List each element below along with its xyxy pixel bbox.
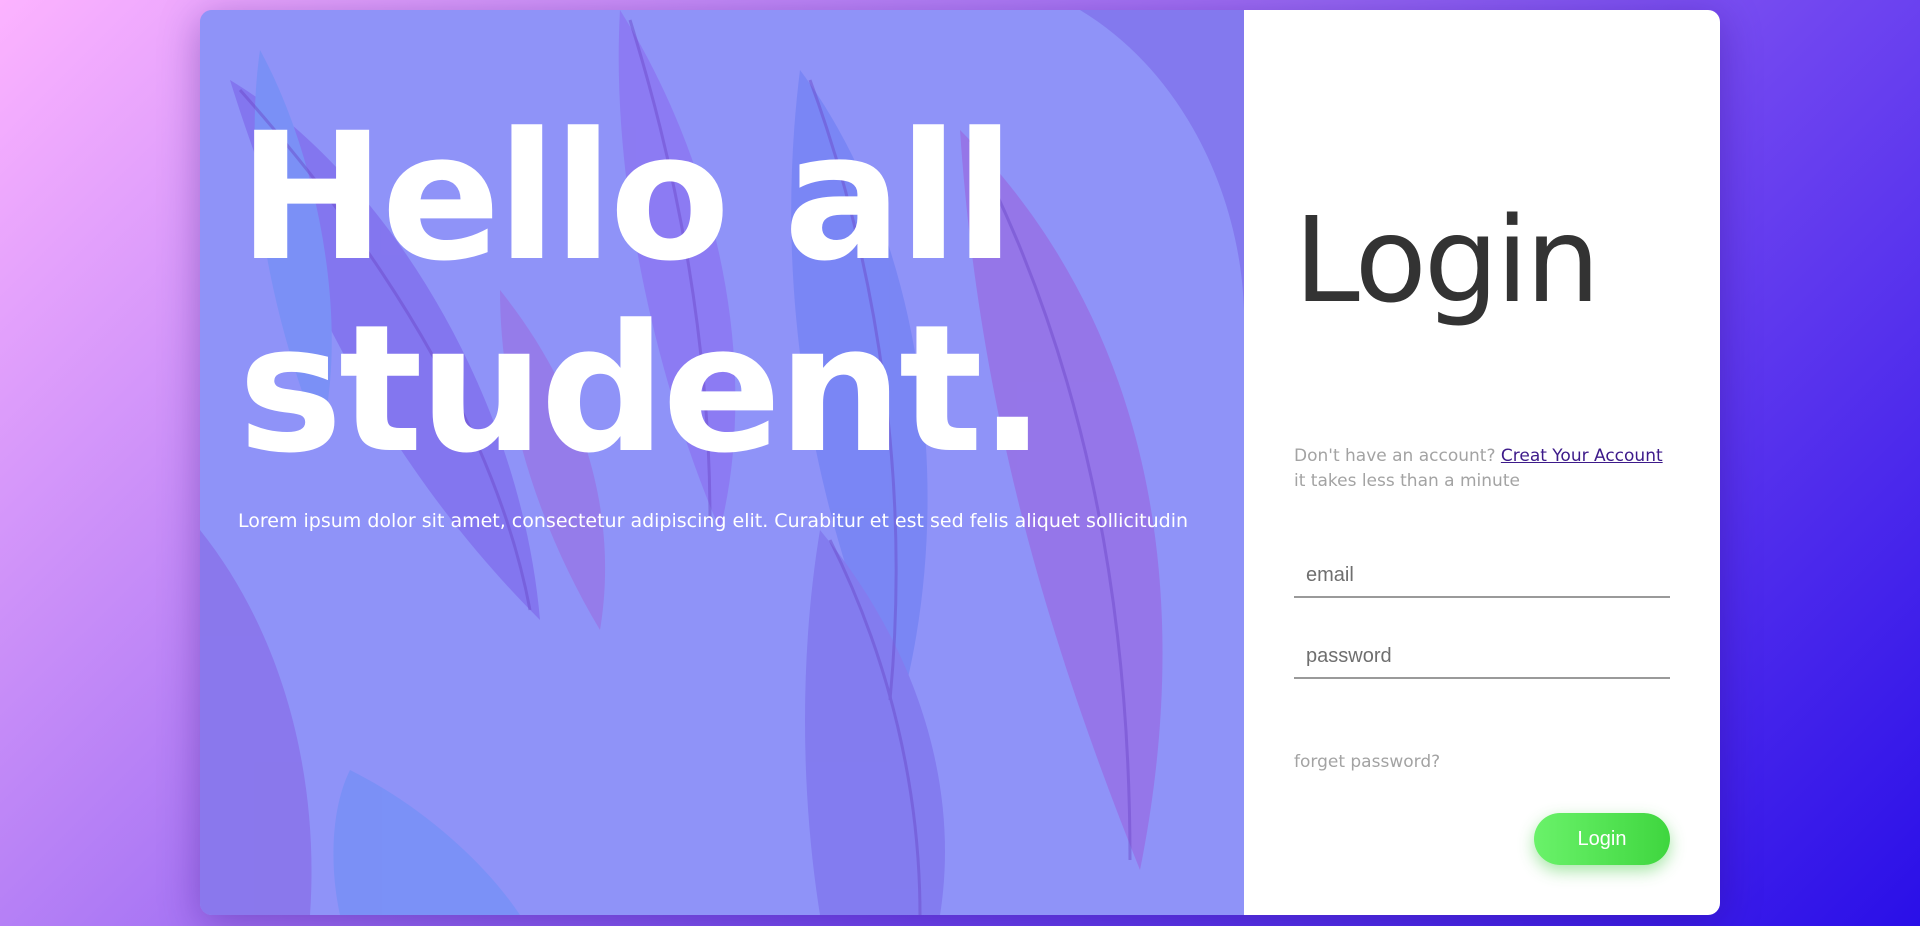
login-panel: Login Don't have an account? Creat Your … [1244, 10, 1720, 915]
login-card: Hello all student. Lorem ipsum dolor sit… [200, 10, 1720, 915]
login-heading: Login [1294, 191, 1600, 329]
hero-title-line2: student. [238, 287, 1046, 492]
hero-title: Hello all student. [238, 95, 1046, 492]
hero-subtitle: Lorem ipsum dolor sit amet, consectetur … [238, 510, 1189, 532]
signup-prefix: Don't have an account? [1294, 446, 1496, 466]
forgot-password-link[interactable]: forget password? [1294, 752, 1440, 772]
password-field[interactable] [1294, 635, 1670, 679]
signup-prompt: Don't have an account? Creat Your Accoun… [1294, 444, 1674, 494]
hero-panel: Hello all student. Lorem ipsum dolor sit… [200, 10, 1244, 915]
email-field[interactable] [1294, 554, 1670, 598]
login-button[interactable]: Login [1534, 813, 1670, 865]
hero-title-line1: Hello all [238, 95, 1015, 300]
create-account-link[interactable]: Creat Your Account [1501, 446, 1663, 466]
signup-suffix: it takes less than a minute [1294, 471, 1520, 491]
